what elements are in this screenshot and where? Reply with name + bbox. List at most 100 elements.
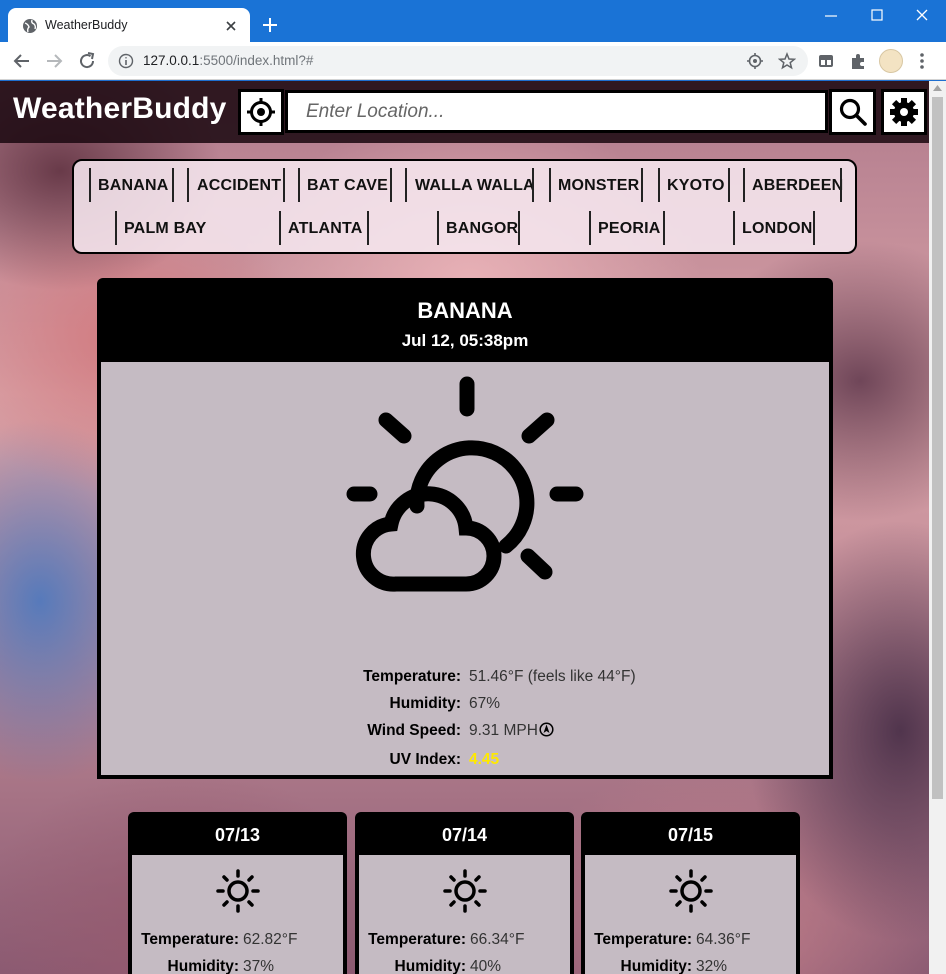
sun-icon — [443, 869, 487, 913]
info-icon[interactable] — [118, 53, 134, 69]
saved-cities-list: BANANA ACCIDENT BAT CAVE WALLA WALLA MON… — [72, 159, 857, 254]
wind-direction-icon — [539, 722, 554, 737]
city-separator — [187, 168, 189, 202]
partly-cloudy-icon — [346, 376, 584, 592]
tab-search-icon[interactable] — [816, 51, 836, 71]
current-weather-card: BANANA Jul 12, 05:38pm Temperature: 51.4… — [97, 278, 833, 779]
location-search-input[interactable] — [285, 90, 828, 133]
forecast-humidity-label: Humidity: — [394, 958, 466, 974]
city-link-bangor[interactable]: BANGOR — [446, 220, 518, 238]
city-separator — [840, 168, 842, 202]
profile-avatar[interactable] — [879, 49, 903, 73]
window-close-icon[interactable] — [909, 6, 935, 26]
city-link-london[interactable]: LONDON — [742, 220, 813, 238]
app-header: WeatherBuddy — [0, 81, 929, 143]
gear-icon — [890, 98, 918, 126]
forecast-temperature-label: Temperature: — [594, 931, 692, 948]
humidity-label: Humidity: — [389, 695, 461, 712]
close-tab-icon[interactable] — [222, 17, 240, 35]
city-link-walla-walla[interactable]: WALLA WALLA — [415, 177, 535, 195]
city-link-monster[interactable]: MONSTER — [558, 177, 639, 195]
humidity-value: 67% — [469, 695, 501, 712]
wind-row: Wind Speed: 9.31 MPH — [101, 722, 829, 744]
city-separator — [728, 168, 730, 202]
crosshair-icon — [247, 98, 275, 126]
city-link-kyoto[interactable]: KYOTO — [667, 177, 725, 195]
city-link-bat-cave[interactable]: BAT CAVE — [307, 177, 388, 195]
new-tab-icon[interactable] — [260, 15, 280, 35]
current-city-name: BANANA — [417, 298, 513, 323]
humidity-row: Humidity: 67% — [101, 695, 829, 717]
city-separator — [532, 168, 534, 202]
kebab-menu-icon[interactable] — [914, 51, 930, 71]
forecast-humidity-label: Humidity: — [167, 958, 239, 974]
maximize-icon[interactable] — [864, 6, 890, 26]
sun-icon — [216, 869, 260, 913]
page-scrollbar[interactable] — [929, 81, 946, 974]
magnifier-icon — [839, 98, 867, 126]
city-separator — [658, 168, 660, 202]
city-separator — [589, 211, 591, 245]
forecast-body: Temperature: 62.82°F Humidity: 37% — [132, 855, 343, 974]
city-link-accident[interactable]: ACCIDENT — [197, 177, 281, 195]
reload-icon[interactable] — [77, 51, 97, 71]
url-text: 127.0.0.1:5500/index.html?# — [143, 53, 313, 68]
settings-button[interactable] — [881, 89, 927, 135]
back-arrow-icon[interactable] — [12, 51, 32, 71]
wind-value: 9.31 MPH — [469, 722, 538, 739]
city-separator — [743, 168, 745, 202]
city-link-atlanta[interactable]: ATLANTA — [288, 220, 363, 238]
city-separator — [405, 168, 407, 202]
forecast-temperature-label: Temperature: — [368, 931, 466, 948]
location-target-icon[interactable] — [746, 52, 764, 70]
browser-toolbar: 127.0.0.1:5500/index.html?# — [0, 42, 946, 80]
forecast-card: 07/14 Temperature: 66.34°F Humidity: 40% — [355, 812, 574, 974]
forecast-date: 07/15 — [667, 825, 714, 845]
forecast-humidity-value: 40% — [470, 958, 502, 974]
uv-label: UV Index: — [389, 751, 461, 768]
forecast-date: 07/14 — [441, 825, 488, 845]
scrollbar-thumb[interactable] — [932, 97, 943, 799]
url-host: 127.0.0.1 — [143, 53, 200, 68]
city-link-banana[interactable]: BANANA — [98, 177, 169, 195]
forward-arrow-icon[interactable] — [44, 51, 64, 71]
forecast-body: Temperature: 64.36°F Humidity: 32% — [585, 855, 796, 974]
city-separator — [437, 211, 439, 245]
forecast-humidity-value: 32% — [696, 958, 728, 974]
bookmark-star-icon[interactable] — [778, 52, 796, 70]
city-separator — [549, 168, 551, 202]
city-link-peoria[interactable]: PEORIA — [598, 220, 661, 238]
city-separator — [367, 211, 369, 245]
forecast-humidity-label: Humidity: — [620, 958, 692, 974]
wind-value-group: 9.31 MPH — [469, 722, 554, 740]
current-weather-body: Temperature: 51.46°F (feels like 44°F) H… — [101, 362, 829, 775]
search-button[interactable] — [829, 89, 876, 135]
minimize-icon[interactable] — [818, 6, 844, 26]
browser-tab[interactable]: WeatherBuddy — [8, 8, 250, 42]
city-separator — [663, 211, 665, 245]
city-separator — [518, 211, 520, 245]
tab-title: WeatherBuddy — [45, 18, 128, 32]
city-link-palm-bay[interactable]: PALM BAY — [124, 220, 207, 238]
scroll-up-arrow-icon[interactable] — [933, 85, 942, 91]
address-bar[interactable]: 127.0.0.1:5500/index.html?# — [108, 46, 808, 76]
city-link-aberdeen[interactable]: ABERDEEN — [752, 177, 843, 195]
forecast-humidity-value: 37% — [243, 958, 275, 974]
uv-row: UV Index: 4.45 — [101, 751, 829, 773]
city-separator — [298, 168, 300, 202]
city-separator — [390, 168, 392, 202]
wind-label: Wind Speed: — [367, 722, 461, 739]
forecast-date: 07/13 — [214, 825, 261, 845]
city-separator — [279, 211, 281, 245]
forecast-temperature-label: Temperature: — [141, 931, 239, 948]
geolocate-button[interactable] — [238, 89, 284, 135]
city-separator — [641, 168, 643, 202]
forecast-temperature-value: 64.36°F — [696, 931, 751, 948]
app-title: WeatherBuddy — [13, 92, 227, 125]
extensions-puzzle-icon[interactable] — [848, 51, 868, 71]
page-viewport: WeatherBuddy Enter Location... BANANA AC… — [0, 81, 929, 974]
forecast-temperature-value: 66.34°F — [470, 931, 525, 948]
browser-tab-strip: WeatherBuddy — [0, 0, 946, 42]
temperature-label: Temperature: — [363, 668, 461, 685]
forecast-card: 07/15 Temperature: 64.36°F Humidity: 32% — [581, 812, 800, 974]
